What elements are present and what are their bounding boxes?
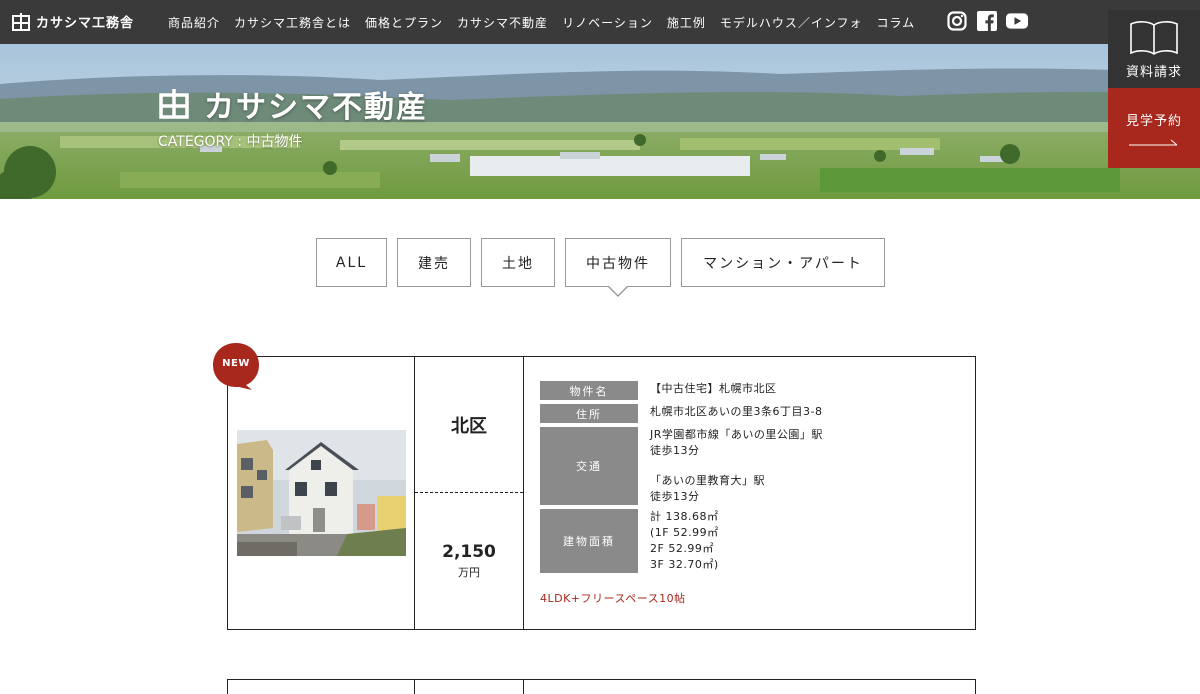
detail-row-name: 物件名 【中古住宅】札幌市北区 bbox=[540, 381, 975, 400]
visit-reservation-button[interactable]: 見学予約 bbox=[1108, 88, 1200, 168]
nav-item-about[interactable]: カサシマ工務舎とは bbox=[234, 14, 351, 31]
nav-item-model-house[interactable]: モデルハウス／インフォ bbox=[720, 14, 863, 31]
category-label: CATEGORY : 中古物件 bbox=[158, 134, 303, 150]
price-value: 2,150 bbox=[442, 542, 496, 562]
nav-item-column[interactable]: コラム bbox=[877, 14, 916, 31]
floor-line: 計 138.68㎡ bbox=[650, 510, 719, 523]
new-badge-text: NEW bbox=[222, 358, 250, 369]
instagram-icon[interactable] bbox=[946, 10, 968, 32]
floor-line: (1F 52.99㎡ bbox=[650, 526, 719, 539]
social-links bbox=[946, 10, 1028, 32]
hero-title-group: カサシマ不動産 bbox=[158, 82, 428, 126]
property-area: 北区 bbox=[415, 357, 523, 493]
property-card-next[interactable] bbox=[227, 679, 976, 694]
access-line: 徒歩13分 bbox=[650, 490, 700, 503]
floor-line: 2F 52.99㎡ bbox=[650, 542, 714, 555]
property-details: 物件名 【中古住宅】札幌市北区 住所 札幌市北区あいの里3条6丁目3-8 交通 … bbox=[524, 357, 975, 629]
nav-item-products[interactable]: 商品紹介 bbox=[168, 14, 220, 31]
floor-line: 3F 32.70㎡) bbox=[650, 558, 719, 571]
access-line: 「あいの里教育大」駅 bbox=[650, 474, 765, 487]
nav-item-renovation[interactable]: リノベーション bbox=[562, 14, 653, 31]
document-request-button[interactable]: 資料請求 bbox=[1108, 10, 1200, 88]
property-details bbox=[524, 680, 975, 694]
tab-new-built[interactable]: 建売 bbox=[397, 238, 471, 287]
open-book-icon bbox=[1130, 20, 1178, 55]
arrow-right-icon bbox=[1129, 139, 1178, 145]
detail-val-access: JR学園都市線「あいの里公園」駅 徒歩13分 「あいの里教育大」駅 徒歩13分 bbox=[638, 427, 823, 505]
visit-reservation-label: 見学予約 bbox=[1125, 113, 1182, 129]
detail-key-name: 物件名 bbox=[540, 381, 638, 400]
logo-text: カサシマ工務舎 bbox=[36, 16, 135, 31]
nav-item-price-plan[interactable]: 価格とプラン bbox=[365, 14, 443, 31]
property-image-cell bbox=[228, 357, 415, 629]
page-title: カサシマ不動産 bbox=[204, 90, 428, 125]
access-line: JR学園都市線「あいの里公園」駅 bbox=[650, 428, 823, 441]
detail-key-address: 住所 bbox=[540, 404, 638, 423]
logo-mark-icon bbox=[159, 89, 189, 119]
property-image-cell bbox=[228, 680, 415, 694]
property-price: 2,150 万円 bbox=[415, 493, 523, 629]
facebook-icon[interactable] bbox=[976, 10, 998, 32]
hero-banner: カサシマ不動産 CATEGORY : 中古物件 bbox=[0, 44, 1200, 199]
floor-plan-text: 4LDK+フリースペース10帖 bbox=[540, 592, 686, 605]
detail-key-access: 交通 bbox=[540, 427, 638, 505]
category-tabs: ALL 建売 土地 中古物件 マンション・アパート bbox=[316, 238, 885, 297]
detail-val-address: 札幌市北区あいの里3条6丁目3-8 bbox=[650, 405, 823, 418]
document-request-label: 資料請求 bbox=[1125, 64, 1182, 80]
tab-all[interactable]: ALL bbox=[316, 238, 387, 287]
property-card[interactable]: 北区 2,150 万円 物件名 【中古住宅】札幌市北区 住所 札幌市北区あいの里… bbox=[227, 356, 976, 630]
tab-used-property[interactable]: 中古物件 bbox=[565, 238, 671, 297]
property-summary-cell: 北区 2,150 万円 bbox=[415, 357, 524, 629]
detail-val-floor-area: 計 138.68㎡ (1F 52.99㎡ 2F 52.99㎡ 3F 32.70㎡… bbox=[638, 509, 719, 573]
logo-mark-icon bbox=[12, 12, 30, 31]
property-summary-cell bbox=[415, 680, 524, 694]
detail-key-floor-area: 建物面積 bbox=[540, 509, 638, 573]
main-nav: 商品紹介 カサシマ工務舎とは 価格とプラン カサシマ不動産 リノベーション 施工… bbox=[168, 14, 929, 31]
tab-mansion-apartment[interactable]: マンション・アパート bbox=[681, 238, 885, 287]
detail-val-name: 【中古住宅】札幌市北区 bbox=[650, 382, 777, 395]
site-logo[interactable]: カサシマ工務舎 bbox=[12, 12, 134, 31]
site-header: カサシマ工務舎 商品紹介 カサシマ工務舎とは 価格とプラン カサシマ不動産 リノ… bbox=[0, 0, 1200, 44]
detail-row-address: 住所 札幌市北区あいの里3条6丁目3-8 bbox=[540, 404, 975, 423]
new-badge: NEW bbox=[212, 342, 260, 390]
nav-item-works[interactable]: 施工例 bbox=[667, 14, 706, 31]
price-unit: 万円 bbox=[458, 566, 480, 579]
access-line: 徒歩13分 bbox=[650, 444, 700, 457]
property-photo[interactable] bbox=[237, 430, 406, 556]
detail-row-access: 交通 JR学園都市線「あいの里公園」駅 徒歩13分 「あいの里教育大」駅 徒歩1… bbox=[540, 427, 975, 505]
detail-row-floor-area: 建物面積 計 138.68㎡ (1F 52.99㎡ 2F 52.99㎡ 3F 3… bbox=[540, 509, 975, 573]
nav-item-real-estate[interactable]: カサシマ不動産 bbox=[457, 14, 548, 31]
tab-land[interactable]: 土地 bbox=[481, 238, 555, 287]
youtube-icon[interactable] bbox=[1006, 10, 1028, 32]
